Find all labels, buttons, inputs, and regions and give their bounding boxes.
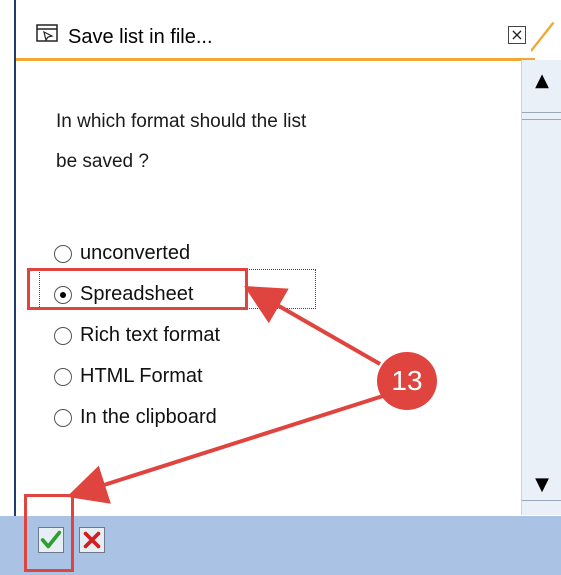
radio-button[interactable] — [54, 367, 72, 386]
highlight-confirm-box — [24, 494, 74, 572]
radio-label: Rich text format — [80, 324, 221, 346]
cancel-button[interactable] — [79, 527, 105, 553]
scroll-track-line — [522, 112, 561, 120]
window-form-icon — [36, 24, 58, 42]
radio-html-format[interactable]: HTML Format — [54, 356, 220, 397]
radio-button[interactable] — [54, 244, 72, 263]
radio-button[interactable] — [54, 408, 72, 427]
step-number-badge: 13 — [377, 352, 437, 410]
format-question: In which format should the list be saved… — [56, 102, 396, 182]
radio-label: In the clipboard — [80, 406, 217, 428]
cross-icon — [83, 531, 101, 549]
tab-edge-decoration — [531, 21, 555, 52]
scroll-up-arrow-icon[interactable]: ▲ — [529, 68, 555, 94]
vertical-scrollbar[interactable]: ▲ ▼ — [521, 60, 561, 515]
radio-button[interactable] — [54, 326, 72, 345]
dialog-title: Save list in file... — [68, 26, 213, 48]
radio-label: unconverted — [80, 242, 191, 264]
radio-clipboard[interactable]: In the clipboard — [54, 397, 220, 438]
close-button[interactable]: × — [508, 26, 526, 44]
question-line-1: In which format should the list — [56, 111, 307, 132]
radio-label: HTML Format — [80, 365, 203, 387]
highlight-spreadsheet-box — [27, 268, 248, 310]
dialog-titlebar: Save list in file... × — [16, 0, 535, 61]
format-radio-group: unconverted Spreadsheet Rich text format… — [54, 233, 220, 438]
scroll-track-bottom-line — [522, 500, 561, 509]
radio-rich-text-format[interactable]: Rich text format — [54, 315, 220, 356]
question-line-2: be saved ? — [56, 151, 149, 172]
scroll-down-arrow-icon[interactable]: ▼ — [529, 472, 555, 498]
